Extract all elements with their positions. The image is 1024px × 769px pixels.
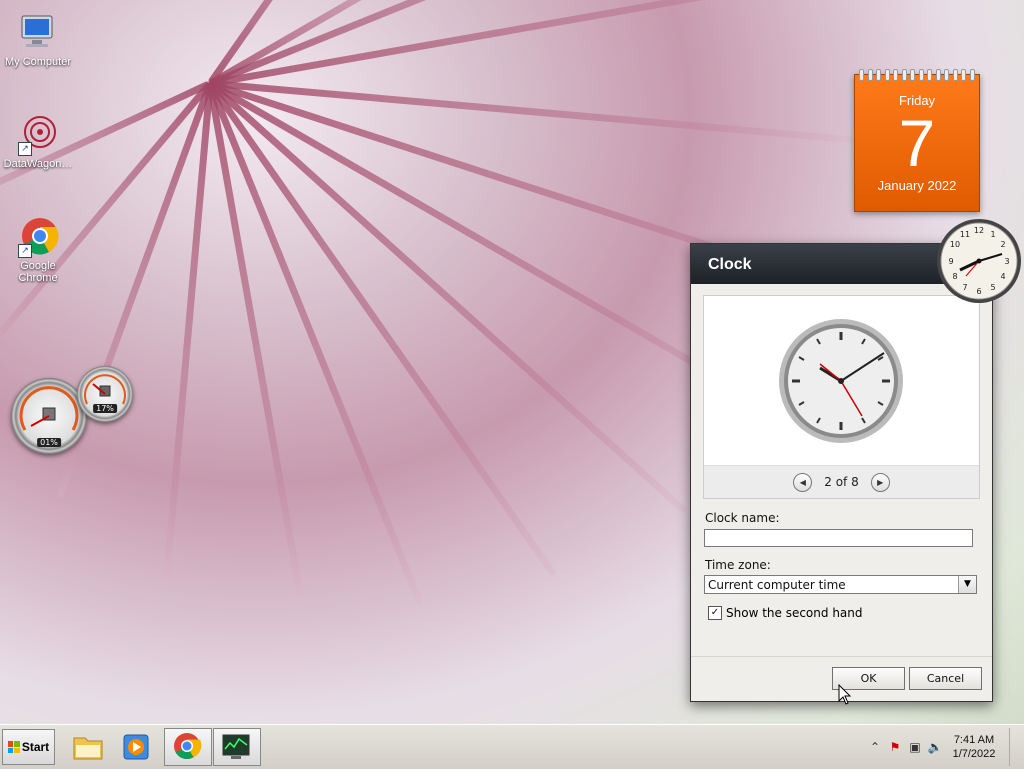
svg-text:4: 4 — [1000, 272, 1005, 281]
second-hand-option[interactable]: ✓ Show the second hand — [708, 606, 863, 620]
svg-text:2: 2 — [1000, 240, 1005, 249]
chrome-icon — [174, 733, 202, 760]
analog-clock-icon: 12 12 345 678 91011 — [937, 219, 1021, 303]
datawagon-icon: ↗ — [16, 112, 60, 156]
start-label: Start — [21, 740, 50, 754]
clock-gadget[interactable]: 12 1 2 345 678 9 10 11 — [936, 218, 1022, 304]
taskbar-media-player[interactable] — [112, 728, 160, 766]
previous-style-button[interactable]: ◀ — [793, 472, 813, 492]
svg-text:10: 10 — [950, 240, 960, 249]
calendar-date: 7 — [898, 106, 936, 180]
svg-text:3: 3 — [1004, 257, 1009, 266]
shortcut-arrow-icon: ↗ — [18, 142, 32, 156]
show-desktop-button[interactable] — [1009, 728, 1024, 766]
dialog-title: Clock — [708, 256, 752, 273]
desktop-icon-label: DataWagon… — [3, 158, 73, 170]
shortcut-arrow-icon: ↗ — [18, 244, 32, 258]
svg-text:7: 7 — [962, 283, 967, 292]
time-zone-value: Current computer time — [708, 578, 846, 592]
time-zone-label: Time zone: — [705, 558, 771, 572]
memory-gauge-gadget[interactable]: 17% — [77, 366, 133, 422]
windows-flag-icon — [7, 741, 20, 753]
svg-text:9: 9 — [948, 257, 953, 266]
volume-icon[interactable]: 🔈 — [925, 737, 945, 757]
clock-name-label: Clock name: — [705, 511, 780, 525]
svg-text:6: 6 — [976, 287, 981, 296]
cpu-gauge-gadget[interactable]: 01% — [11, 378, 87, 454]
clock-preview: ◀ 2 of 8 ▶ — [703, 295, 980, 499]
calendar-gadget[interactable]: Friday 7 January 2022 — [854, 69, 980, 212]
desktop-icon-my-computer[interactable]: My Computer — [0, 10, 76, 68]
system-tray: ⌃ ⚑ ▣ 🔈 7:41 AM 1/7/2022 — [865, 728, 1024, 766]
memory-percent: 17% — [93, 404, 117, 413]
chrome-icon: ↗ — [16, 214, 60, 258]
clock-style-pager: ◀ 2 of 8 ▶ — [704, 465, 979, 498]
second-hand-checkbox[interactable]: ✓ — [708, 606, 722, 620]
taskbar-clock[interactable]: 7:41 AM 1/7/2022 — [945, 733, 1003, 761]
second-hand-label: Show the second hand — [726, 606, 863, 620]
cancel-button[interactable]: Cancel — [909, 667, 982, 690]
desktop-icon-google-chrome[interactable]: ↗ Google Chrome — [0, 214, 76, 284]
mouse-cursor-icon — [838, 684, 852, 705]
svg-text:8: 8 — [952, 272, 957, 281]
computer-icon — [16, 10, 60, 54]
start-button[interactable]: Start — [2, 729, 55, 765]
network-icon[interactable]: ▣ — [905, 737, 925, 757]
desktop-icon-label: My Computer — [4, 56, 72, 68]
taskbar-time: 7:41 AM — [953, 734, 995, 746]
taskbar: Start ⌃ ⚑ ▣ 🔈 7:41 AM 1/7/2022 — [0, 724, 1024, 769]
resource-monitor-icon — [222, 734, 250, 759]
svg-text:1: 1 — [990, 230, 995, 239]
show-hidden-icons-icon[interactable]: ⌃ — [865, 737, 885, 757]
next-style-button[interactable]: ▶ — [870, 472, 890, 492]
chevron-down-icon[interactable]: ▼ — [958, 576, 976, 593]
svg-text:11: 11 — [960, 230, 970, 239]
taskbar-resource-monitor[interactable] — [213, 728, 261, 766]
taskbar-explorer[interactable] — [64, 728, 112, 766]
clock-settings-dialog: Clock ◀ 2 of 8 ▶ Clock name: Time zone: … — [690, 243, 993, 702]
cpu-percent: 01% — [37, 438, 61, 447]
svg-text:5: 5 — [990, 283, 995, 292]
taskbar-chrome[interactable] — [164, 728, 212, 766]
divider — [691, 656, 992, 657]
folder-icon — [73, 737, 103, 760]
time-zone-select[interactable]: Current computer time ▼ — [704, 575, 977, 594]
svg-text:12: 12 — [974, 226, 984, 235]
desktop-icon-label: Google Chrome — [18, 260, 58, 284]
gauge-dial-icon — [84, 374, 126, 405]
pager-text: 2 of 8 — [824, 475, 859, 489]
action-center-flag-icon[interactable]: ⚑ — [885, 737, 905, 757]
desktop-icon-datawagon[interactable]: ↗ DataWagon… — [0, 112, 76, 170]
clock-name-input[interactable] — [704, 529, 973, 547]
calendar-month: January 2022 — [877, 178, 957, 193]
taskbar-date: 1/7/2022 — [952, 748, 996, 760]
media-player-icon — [123, 734, 149, 760]
calendar-rings — [859, 69, 975, 81]
clock-face-icon — [779, 319, 903, 443]
